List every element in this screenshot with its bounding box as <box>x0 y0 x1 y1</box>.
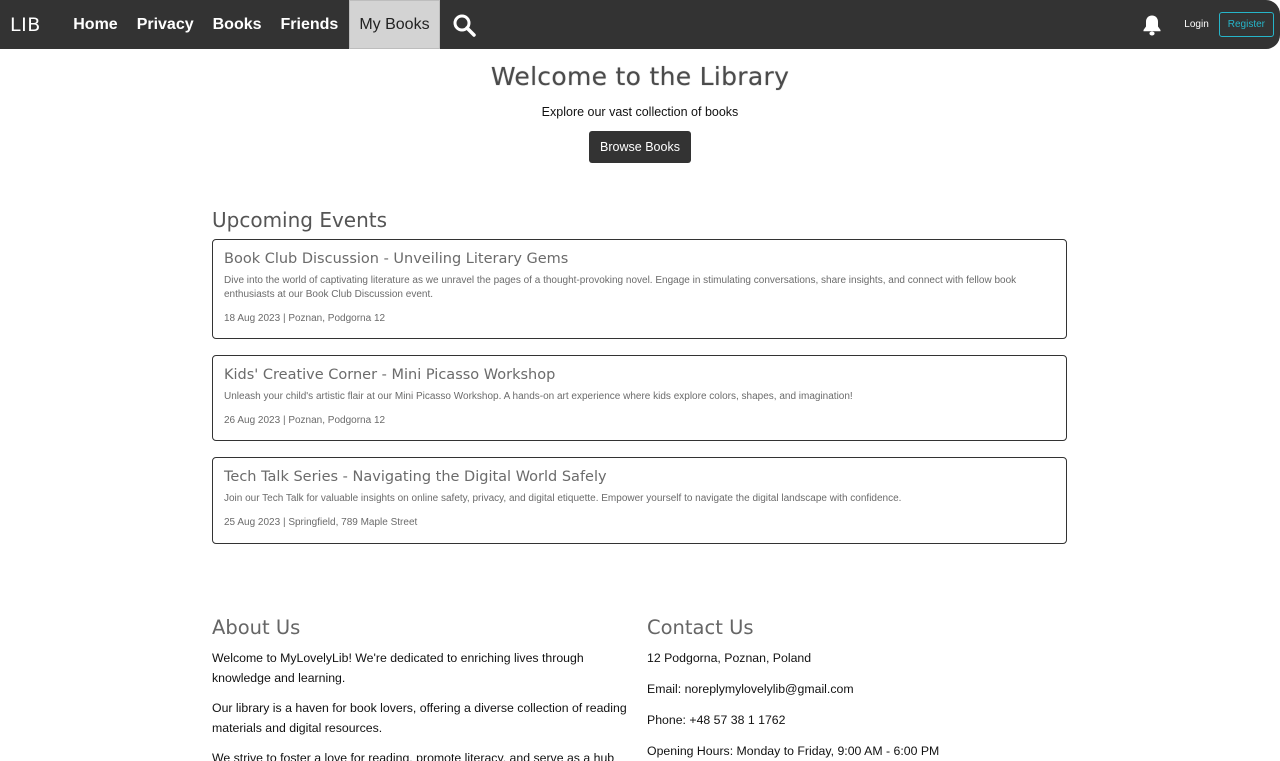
nav-privacy[interactable]: Privacy <box>127 0 203 49</box>
register-button[interactable]: Register <box>1218 12 1274 37</box>
hero-section: Welcome to the Library Explore our vast … <box>0 62 1280 163</box>
nav-my-books[interactable]: My Books <box>348 0 441 49</box>
event-description: Join our Tech Talk for valuable insights… <box>224 493 902 504</box>
login-link[interactable]: Login <box>1184 19 1208 30</box>
about-paragraph: We strive to foster a love for reading, … <box>212 751 615 761</box>
nav-right-group: Login Register <box>1142 12 1274 37</box>
events-heading: Upcoming Events <box>212 208 388 232</box>
contact-body: 12 Podgorna, Poznan, Poland Email: norep… <box>647 648 1067 761</box>
brand-logo[interactable]: LIB <box>10 0 41 49</box>
about-body: Welcome to MyLovelyLib! We're dedicated … <box>212 648 627 761</box>
bell-icon <box>1143 15 1161 35</box>
nav-home[interactable]: Home <box>64 0 127 49</box>
contact-address: 12 Podgorna, Poznan, Poland <box>647 651 812 665</box>
event-title: Tech Talk Series - Navigating the Digita… <box>224 469 607 485</box>
search-icon <box>453 14 476 37</box>
event-title: Book Club Discussion - Unveiling Literar… <box>224 251 569 267</box>
about-paragraph: Our library is a haven for book lovers, … <box>212 701 627 735</box>
nav-books[interactable]: Books <box>203 0 271 49</box>
search-button[interactable] <box>440 0 488 49</box>
contact-heading: Contact Us <box>647 616 754 639</box>
hero-title: Welcome to the Library <box>490 62 790 91</box>
contact-phone: Phone: +48 57 38 1 1762 <box>647 713 786 727</box>
event-description: Unleash your child's artistic flair at o… <box>224 391 853 402</box>
contact-email: Email: noreplymylovelylib@gmail.com <box>647 682 854 696</box>
event-meta: 25 Aug 2023 | Springfield, 789 Maple Str… <box>224 517 418 528</box>
top-navbar: LIB Home Privacy Books Friends My Books … <box>0 0 1280 49</box>
event-meta: 26 Aug 2023 | Poznan, Podgorna 12 <box>224 415 386 426</box>
event-card[interactable]: Tech Talk Series - Navigating the Digita… <box>212 457 1067 544</box>
hero-subtitle: Explore our vast collection of books <box>541 105 739 119</box>
event-meta: 18 Aug 2023 | Poznan, Podgorna 12 <box>224 313 386 324</box>
contact-hours: Opening Hours: Monday to Friday, 9:00 AM… <box>647 744 940 758</box>
event-title: Kids' Creative Corner - Mini Picasso Wor… <box>224 367 556 383</box>
event-card[interactable]: Book Club Discussion - Unveiling Literar… <box>212 239 1067 339</box>
about-paragraph: Welcome to MyLovelyLib! We're dedicated … <box>212 651 584 685</box>
about-heading: About Us <box>212 616 301 639</box>
event-card[interactable]: Kids' Creative Corner - Mini Picasso Wor… <box>212 355 1067 441</box>
event-description: Dive into the world of captivating liter… <box>224 275 1017 300</box>
browse-books-button[interactable]: Browse Books <box>589 131 691 163</box>
notifications-button[interactable] <box>1142 14 1162 36</box>
nav-friends[interactable]: Friends <box>271 0 348 49</box>
